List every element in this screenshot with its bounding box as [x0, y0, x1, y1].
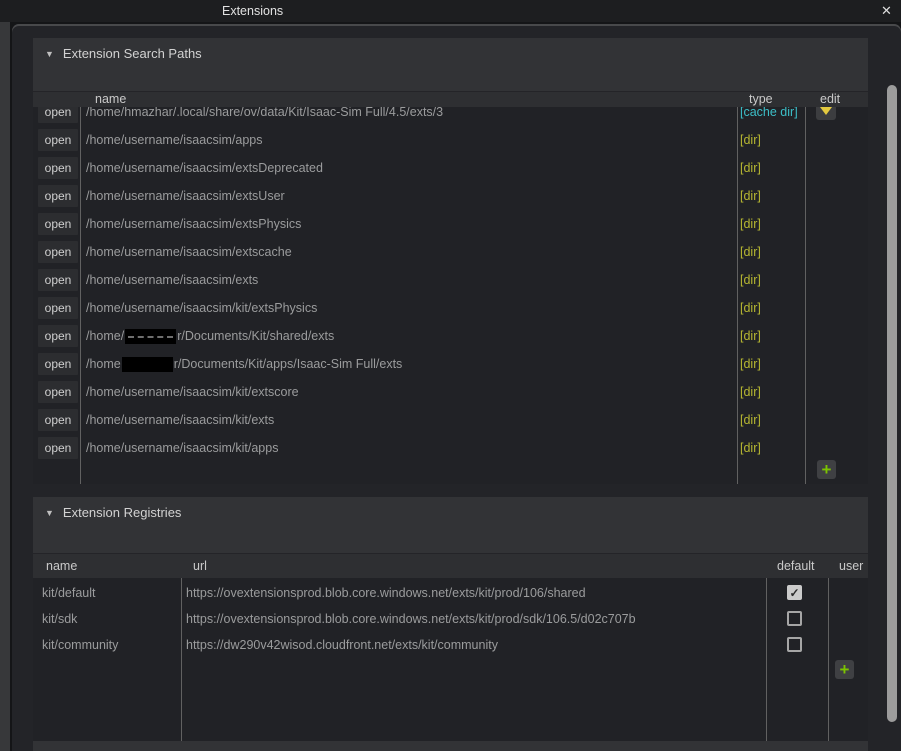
path-type-label: [dir]: [740, 182, 761, 210]
registries-table: kit/default https://ovextensionsprod.blob…: [33, 578, 868, 741]
column-header-name: name: [95, 92, 126, 107]
registries-column-headers: name url default user: [33, 553, 868, 578]
search-paths-column-headers: name type edit: [33, 91, 868, 107]
search-path-row: open/home/username/isaacsim/kit/apps [dir…: [33, 434, 868, 462]
collapse-triangle-icon: ▼: [45, 49, 54, 59]
open-folder-button[interactable]: open: [38, 325, 78, 347]
default-checkbox[interactable]: [787, 611, 802, 626]
search-path-row: open/home/username/isaacsim/extsUser [dir…: [33, 182, 868, 210]
search-path-row: open/home/username/isaacsim/extscache [di…: [33, 238, 868, 266]
path-type-label: [dir]: [740, 378, 761, 406]
path-type-label: [dir]: [740, 294, 761, 322]
open-folder-button[interactable]: open: [38, 269, 78, 291]
registry-name: kit/community: [42, 632, 118, 658]
section-title: Extension Search Paths: [63, 46, 202, 61]
search-path-row: open/home/username/isaacsim/kit/extscore…: [33, 378, 868, 406]
registry-name: kit/default: [42, 580, 96, 606]
column-header-user: user: [839, 554, 863, 578]
add-search-path-button[interactable]: +: [817, 460, 836, 479]
extensions-window: Extensions ✕ ▼ Extension Search Paths na…: [0, 0, 901, 751]
path-type-label: [dir]: [740, 266, 761, 294]
open-folder-button[interactable]: open: [38, 213, 78, 235]
search-path-row: open/home/hmazhar/.local/share/ov/data/K…: [33, 107, 868, 126]
registry-url: https://ovextensionsprod.blob.core.windo…: [186, 606, 636, 632]
search-path-row: open/home/username/isaacsim/apps [dir]: [33, 126, 868, 154]
add-registry-button[interactable]: +: [835, 660, 854, 679]
search-path-row: open/home/username/isaacsim/extsPhysics […: [33, 210, 868, 238]
section-title: Extension Registries: [63, 505, 182, 520]
registry-name: kit/sdk: [42, 606, 77, 632]
default-checkbox[interactable]: [787, 637, 802, 652]
registry-row: kit/community https://dw290v42wisod.cloud…: [33, 632, 868, 658]
path-type-label: [dir]: [740, 210, 761, 238]
collapse-triangle-icon: ▼: [45, 508, 54, 518]
search-path-text: /home/username/isaacsim/extsPhysics: [86, 210, 301, 238]
registries-rows: kit/default https://ovextensionsprod.blob…: [33, 580, 868, 658]
search-path-text: /homer/Documents/Kit/apps/Isaac-Sim Full…: [86, 350, 402, 378]
path-type-label: [cache dir]: [740, 107, 798, 126]
open-folder-button[interactable]: open: [38, 353, 78, 375]
search-path-text: /home/username/isaacsim/kit/extsPhysics: [86, 294, 317, 322]
path-type-label: [dir]: [740, 126, 761, 154]
search-path-row: open/home/username/isaacsim/kit/exts [dir…: [33, 406, 868, 434]
registry-url: https://dw290v42wisod.cloudfront.net/ext…: [186, 632, 498, 658]
search-path-text: /home/username/isaacsim/extsUser: [86, 182, 285, 210]
search-paths-table: open/home/hmazhar/.local/share/ov/data/K…: [33, 107, 868, 484]
close-icon[interactable]: ✕: [881, 3, 892, 19]
open-folder-button[interactable]: open: [38, 409, 78, 431]
path-type-label: [dir]: [740, 350, 761, 378]
path-type-label: [dir]: [740, 238, 761, 266]
edit-glyph-icon: [820, 107, 832, 115]
search-path-row: open/home/username/isaacsim/extsDeprecat…: [33, 154, 868, 182]
search-path-text: /home/username/isaacsim/extsDeprecated: [86, 154, 323, 182]
search-paths-section-header[interactable]: ▼ Extension Search Paths: [45, 45, 202, 62]
search-path-row: open/home/username/isaacsim/exts [dir]: [33, 266, 868, 294]
path-type-label: [dir]: [740, 154, 761, 182]
background-strip: [0, 22, 10, 751]
open-folder-button[interactable]: open: [38, 381, 78, 403]
redacted-username: [125, 329, 176, 344]
registry-row: kit/default https://ovextensionsprod.blob…: [33, 580, 868, 606]
vertical-scrollbar[interactable]: [887, 85, 897, 722]
open-folder-button[interactable]: open: [38, 241, 78, 263]
registries-section-header[interactable]: ▼ Extension Registries: [45, 504, 181, 521]
column-header-default: default: [777, 554, 815, 578]
default-checkbox[interactable]: ✓: [787, 585, 802, 600]
search-path-text: /home/username/isaacsim/kit/extscore: [86, 378, 299, 406]
search-path-text: /home/username/isaacsim/kit/exts: [86, 406, 274, 434]
registry-row: kit/sdk https://ovextensionsprod.blob.cor…: [33, 606, 868, 632]
window-title: Extensions: [222, 4, 283, 18]
open-folder-button[interactable]: open: [38, 107, 78, 123]
search-paths-rows: open/home/hmazhar/.local/share/ov/data/K…: [33, 107, 868, 462]
open-folder-button[interactable]: open: [38, 129, 78, 151]
path-type-label: [dir]: [740, 434, 761, 462]
path-type-label: [dir]: [740, 322, 761, 350]
search-path-text: /home/username/isaacsim/exts: [86, 266, 258, 294]
column-header-type: type: [749, 92, 773, 107]
search-path-row: open/home/r/Documents/Kit/shared/exts [di…: [33, 322, 868, 350]
title-bar: Extensions ✕: [0, 0, 901, 22]
search-paths-panel: ▼ Extension Search Paths name type edit …: [33, 38, 868, 484]
registry-url: https://ovextensionsprod.blob.core.windo…: [186, 580, 586, 606]
search-path-text: /home/hmazhar/.local/share/ov/data/Kit/I…: [86, 107, 443, 126]
redacted-username: [122, 357, 173, 372]
search-path-row: open/home/username/isaacsim/kit/extsPhys…: [33, 294, 868, 322]
column-header-url: url: [193, 554, 207, 578]
search-path-text: /home/username/isaacsim/kit/apps: [86, 434, 278, 462]
search-path-row: open/homer/Documents/Kit/apps/Isaac-Sim …: [33, 350, 868, 378]
search-path-text: /home/username/isaacsim/apps: [86, 126, 262, 154]
open-folder-button[interactable]: open: [38, 157, 78, 179]
registries-panel: ▼ Extension Registries name url default …: [33, 497, 868, 751]
column-header-edit: edit: [820, 92, 840, 107]
search-path-text: /home/r/Documents/Kit/shared/exts: [86, 322, 334, 350]
open-folder-button[interactable]: open: [38, 185, 78, 207]
search-path-text: /home/username/isaacsim/extscache: [86, 238, 292, 266]
edit-icon[interactable]: [816, 107, 836, 120]
open-folder-button[interactable]: open: [38, 437, 78, 459]
column-header-name: name: [46, 554, 77, 578]
open-folder-button[interactable]: open: [38, 297, 78, 319]
path-type-label: [dir]: [740, 406, 761, 434]
